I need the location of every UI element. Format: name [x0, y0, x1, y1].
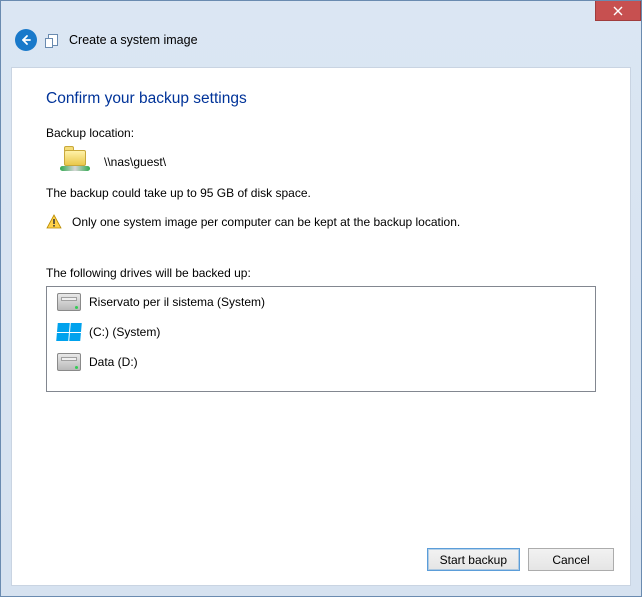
hard-disk-icon — [57, 293, 81, 311]
titlebar — [1, 1, 641, 29]
heading: Confirm your backup settings — [46, 90, 596, 108]
drive-row[interactable]: Data (D:) — [47, 347, 595, 377]
start-backup-button[interactable]: Start backup — [427, 548, 520, 571]
backup-location-path: \\nas\guest\ — [104, 155, 166, 169]
drives-list[interactable]: Riservato per il sistema (System) (C:) (S… — [46, 286, 596, 392]
warning-text: Only one system image per computer can b… — [72, 215, 460, 229]
drives-label: The following drives will be backed up: — [46, 266, 596, 280]
button-row: Start backup Cancel — [427, 548, 614, 571]
hard-disk-icon — [57, 353, 81, 371]
close-button[interactable] — [595, 1, 641, 21]
nav-row: Create a system image — [1, 29, 641, 59]
backup-location-row: \\nas\guest\ — [46, 146, 596, 186]
page-title: Create a system image — [69, 33, 198, 47]
size-estimate-text: The backup could take up to 95 GB of dis… — [46, 186, 596, 200]
network-folder-icon — [60, 148, 94, 176]
content-frame: Confirm your backup settings Backup loca… — [11, 67, 631, 586]
drive-name: Data (D:) — [89, 355, 138, 369]
wizard-icon — [45, 32, 61, 48]
drive-name: Riservato per il sistema (System) — [89, 295, 265, 309]
wizard-window: Create a system image Confirm your backu… — [0, 0, 642, 597]
back-arrow-icon — [20, 34, 32, 46]
drive-row[interactable]: Riservato per il sistema (System) — [47, 287, 595, 317]
warning-row: Only one system image per computer can b… — [46, 214, 596, 230]
drive-name: (C:) (System) — [89, 325, 160, 339]
backup-location-label: Backup location: — [46, 126, 596, 140]
drive-row[interactable]: (C:) (System) — [47, 317, 595, 347]
warning-icon — [46, 214, 62, 230]
back-button[interactable] — [15, 29, 37, 51]
windows-logo-icon — [56, 323, 82, 341]
cancel-button[interactable]: Cancel — [528, 548, 614, 571]
close-icon — [613, 6, 623, 16]
content-area: Confirm your backup settings Backup loca… — [12, 68, 630, 392]
